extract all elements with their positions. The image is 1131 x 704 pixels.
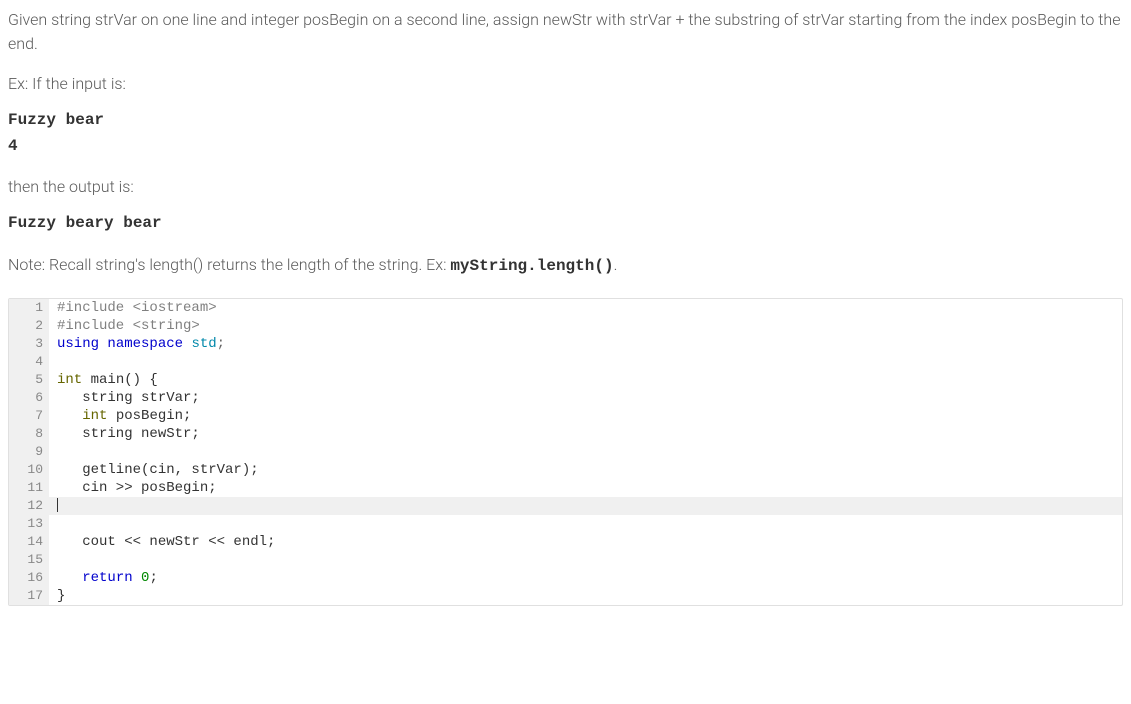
- line-number: 10: [9, 461, 49, 479]
- note-code: myString.length(): [450, 257, 613, 275]
- line-number: 12: [9, 497, 49, 515]
- line-number: 5: [9, 371, 49, 389]
- code-line: 7 int posBegin;: [9, 407, 1122, 425]
- code-line: 4: [9, 353, 1122, 371]
- code-line: 10 getline(cin, strVar);: [9, 461, 1122, 479]
- line-number: 2: [9, 317, 49, 335]
- line-number: 17: [9, 587, 49, 605]
- code-line: 2#include <string>: [9, 317, 1122, 335]
- code-content: getline(cin, strVar);: [49, 461, 1122, 479]
- code-content: string newStr;: [49, 425, 1122, 443]
- code-line: 8 string newStr;: [9, 425, 1122, 443]
- note-text: Note: Recall string's length() returns t…: [8, 253, 1123, 278]
- code-content[interactable]: [49, 497, 1122, 515]
- line-number: 15: [9, 551, 49, 569]
- code-content: using namespace std;: [49, 335, 1122, 353]
- code-content: cout << newStr << endl;: [49, 533, 1122, 551]
- line-number: 16: [9, 569, 49, 587]
- code-line: 1#include <iostream>: [9, 299, 1122, 317]
- code-line: 11 cin >> posBegin;: [9, 479, 1122, 497]
- code-line: 13: [9, 515, 1122, 533]
- line-number: 8: [9, 425, 49, 443]
- code-line: 17}: [9, 587, 1122, 605]
- code-editor[interactable]: 1#include <iostream>2#include <string>3u…: [8, 298, 1123, 606]
- line-number: 1: [9, 299, 49, 317]
- code-content: [49, 443, 1122, 461]
- code-content: int posBegin;: [49, 407, 1122, 425]
- line-number: 4: [9, 353, 49, 371]
- example-input: Fuzzy bear 4: [8, 108, 1123, 159]
- problem-description: Given string strVar on one line and inte…: [8, 8, 1123, 56]
- code-content: #include <iostream>: [49, 299, 1122, 317]
- code-content: [49, 353, 1122, 371]
- code-content: cin >> posBegin;: [49, 479, 1122, 497]
- code-line: 6 string strVar;: [9, 389, 1122, 407]
- note-prefix: Note: Recall string's length() returns t…: [8, 255, 450, 274]
- line-number: 13: [9, 515, 49, 533]
- line-number: 9: [9, 443, 49, 461]
- code-line: 3using namespace std;: [9, 335, 1122, 353]
- code-content: return 0;: [49, 569, 1122, 587]
- line-number: 7: [9, 407, 49, 425]
- code-line: 5int main() {: [9, 371, 1122, 389]
- line-number: 6: [9, 389, 49, 407]
- line-number: 14: [9, 533, 49, 551]
- code-content: [49, 515, 1122, 533]
- note-suffix: .: [614, 255, 618, 274]
- code-line: 14 cout << newStr << endl;: [9, 533, 1122, 551]
- then-label: then the output is:: [8, 175, 1123, 199]
- code-line: 16 return 0;: [9, 569, 1122, 587]
- example-intro: Ex: If the input is:: [8, 72, 1123, 96]
- code-content: }: [49, 587, 1122, 605]
- code-content: #include <string>: [49, 317, 1122, 335]
- text-cursor: [57, 498, 58, 512]
- code-content: string strVar;: [49, 389, 1122, 407]
- code-line: 9: [9, 443, 1122, 461]
- example-output: Fuzzy beary bear: [8, 211, 1123, 237]
- line-number: 11: [9, 479, 49, 497]
- code-content: int main() {: [49, 371, 1122, 389]
- code-content: [49, 551, 1122, 569]
- code-line[interactable]: 12: [9, 497, 1122, 515]
- code-line: 15: [9, 551, 1122, 569]
- line-number: 3: [9, 335, 49, 353]
